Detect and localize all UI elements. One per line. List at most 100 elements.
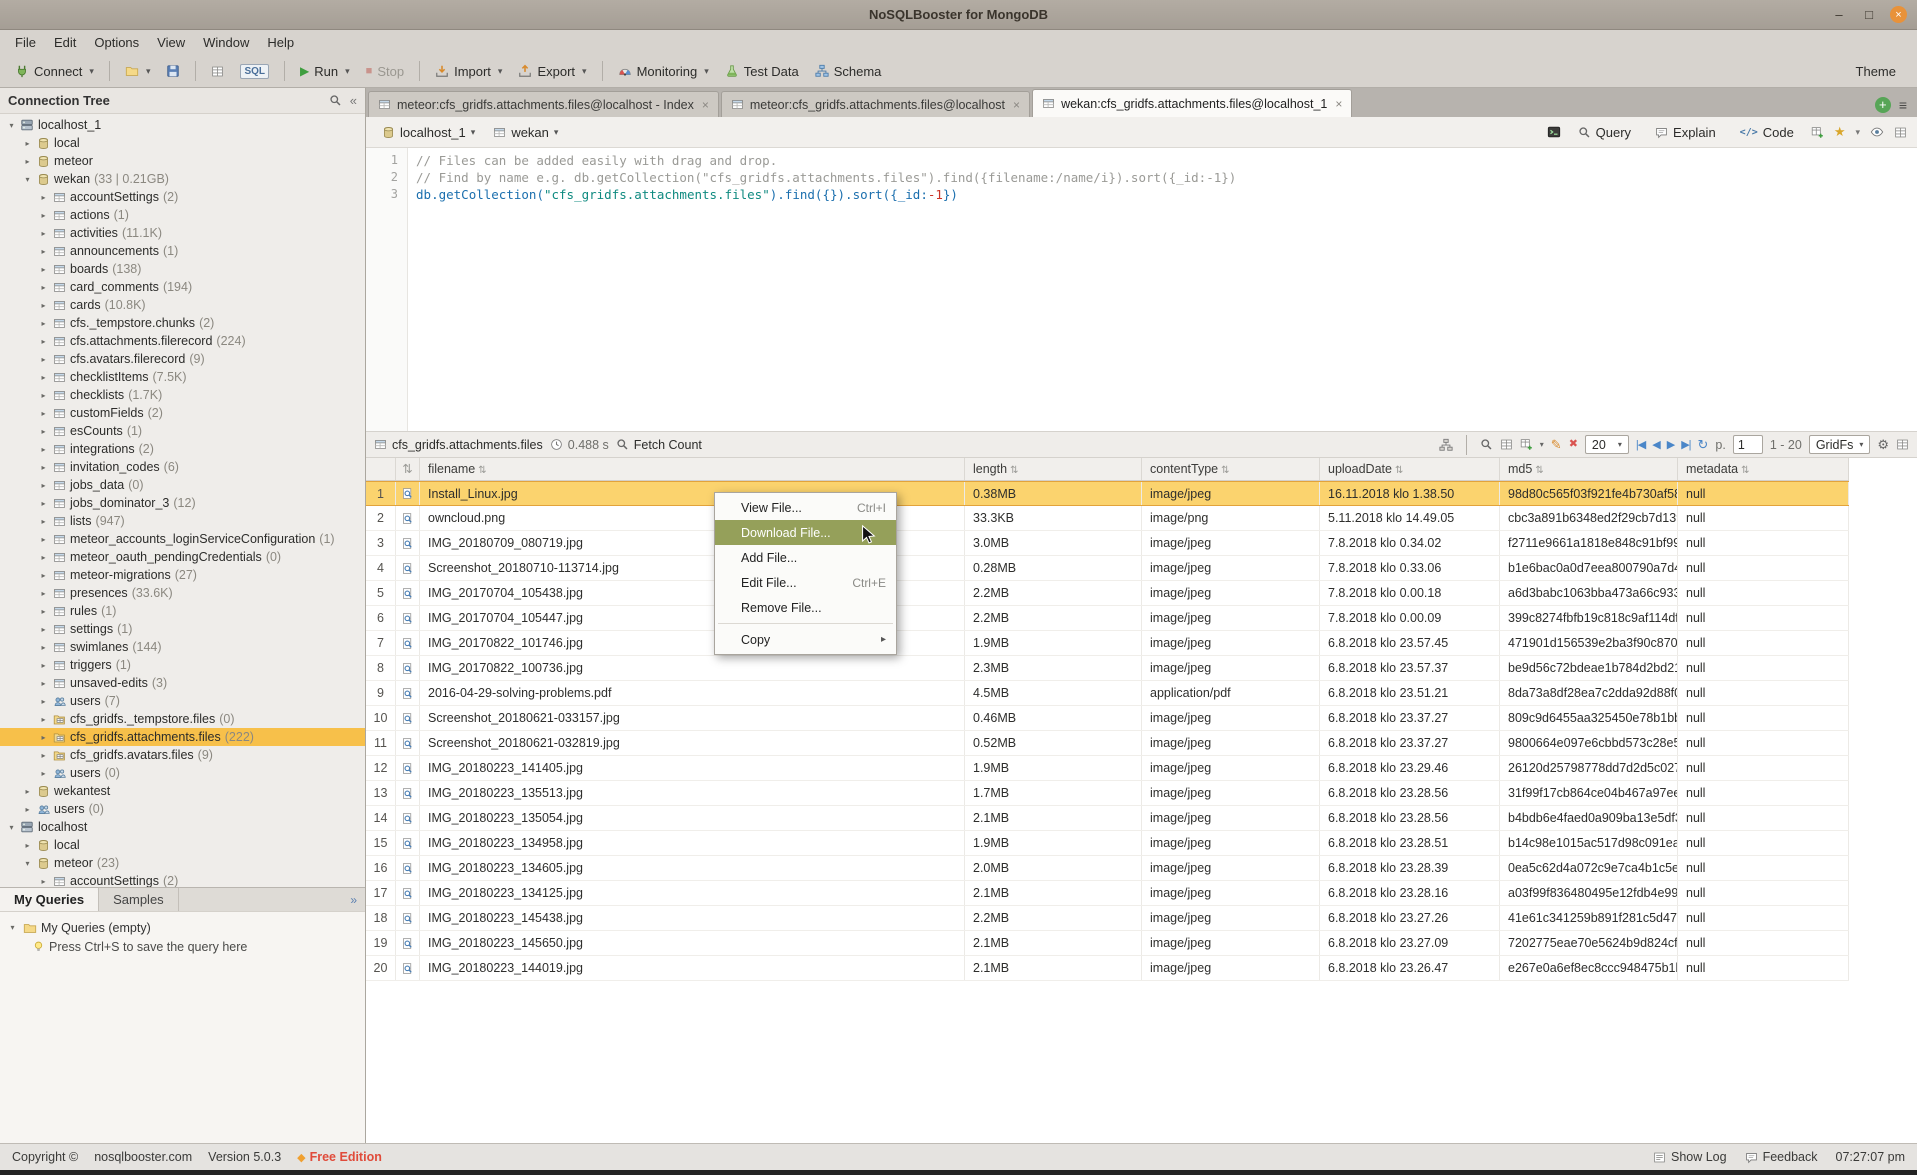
expand-arrow-icon[interactable]: ▸ — [37, 535, 50, 544]
tree-item-esCounts[interactable]: ▸esCounts(1) — [0, 422, 365, 440]
tree-item-users[interactable]: ▸users(0) — [0, 764, 365, 782]
tree-item-lists[interactable]: ▸lists(947) — [0, 512, 365, 530]
chevron-down-icon[interactable]: ▾ — [554, 127, 559, 138]
expand-arrow-icon[interactable]: ▸ — [37, 427, 50, 436]
table-row[interactable]: 16IMG_20180223_134605.jpg2.0MBimage/jpeg… — [366, 856, 1849, 881]
expand-arrow-icon[interactable]: ▸ — [37, 607, 50, 616]
tab-list-icon[interactable]: ≡ — [1899, 97, 1907, 113]
tab-samples[interactable]: Samples — [99, 888, 179, 911]
expand-arrow-icon[interactable]: ▸ — [37, 697, 50, 706]
collapse-arrow-icon[interactable]: ▾ — [6, 923, 19, 932]
tree-item-integrations[interactable]: ▸integrations(2) — [0, 440, 365, 458]
expand-arrow-icon[interactable]: ▸ — [21, 157, 34, 166]
theme-button[interactable]: Theme — [1849, 60, 1903, 83]
table-row[interactable]: 12IMG_20180223_141405.jpg1.9MBimage/jpeg… — [366, 756, 1849, 781]
table-row[interactable]: 19IMG_20180223_145650.jpg2.1MBimage/jpeg… — [366, 931, 1849, 956]
sort-icon[interactable]: ⇅ — [478, 465, 486, 476]
chevron-down-icon[interactable]: ▾ — [582, 66, 587, 77]
next-page-button[interactable]: ▶ — [1667, 438, 1674, 451]
table-row[interactable]: 15IMG_20180223_134958.jpg1.9MBimage/jpeg… — [366, 831, 1849, 856]
expand-arrow-icon[interactable]: ▸ — [37, 355, 50, 364]
editor-tab[interactable]: wekan:cfs_gridfs.attachments.files@local… — [1032, 89, 1352, 117]
tree-item-cfs_gridfs.attachments.files[interactable]: ▸cfs_gridfs.attachments.files(222) — [0, 728, 365, 746]
tree-item-settings[interactable]: ▸settings(1) — [0, 620, 365, 638]
tree-search-icon[interactable] — [329, 94, 342, 107]
preview-file-icon[interactable] — [396, 956, 420, 980]
preview-file-icon[interactable] — [396, 706, 420, 730]
tree-item-localhost_1[interactable]: ▾localhost_1 — [0, 116, 365, 134]
tree-item-meteor[interactable]: ▾meteor(23) — [0, 854, 365, 872]
tree-item-invitation_codes[interactable]: ▸invitation_codes(6) — [0, 458, 365, 476]
tree-item-meteor_oauth_pendingCredentials[interactable]: ▸meteor_oauth_pendingCredentials(0) — [0, 548, 365, 566]
expand-arrow-icon[interactable]: ▸ — [37, 733, 50, 742]
expand-arrow-icon[interactable]: ▸ — [21, 139, 34, 148]
table-row[interactable]: 2owncloud.png33.3KBimage/png5.11.2018 kl… — [366, 506, 1849, 531]
tree-item-triggers[interactable]: ▸triggers(1) — [0, 656, 365, 674]
view-mode-select[interactable]: GridFs ▾ — [1809, 435, 1871, 454]
minimize-button[interactable]: – — [1830, 6, 1848, 24]
table-row[interactable]: 17IMG_20180223_134125.jpg2.1MBimage/jpeg… — [366, 881, 1849, 906]
sort-icon[interactable]: ⇅ — [1535, 465, 1543, 476]
menu-options[interactable]: Options — [85, 32, 148, 53]
expand-arrow-icon[interactable]: ▸ — [37, 517, 50, 526]
menu-file[interactable]: File — [6, 32, 45, 53]
context-menu-item-add-file---[interactable]: Add File... — [715, 545, 896, 570]
tree-item-accountSettings[interactable]: ▸accountSettings(2) — [0, 188, 365, 206]
expand-arrow-icon[interactable]: ▸ — [37, 373, 50, 382]
feedback-button[interactable]: Feedback — [1745, 1150, 1818, 1164]
menu-window[interactable]: Window — [194, 32, 258, 53]
open-button[interactable]: ▾ — [118, 60, 158, 82]
tree-item-jobs_dominator_3[interactable]: ▸jobs_dominator_3(12) — [0, 494, 365, 512]
expand-arrow-icon[interactable]: ▸ — [37, 625, 50, 634]
table-row[interactable]: 13IMG_20180223_135513.jpg1.7MBimage/jpeg… — [366, 781, 1849, 806]
column-header-contentType[interactable]: contentType⇅ — [1142, 458, 1320, 480]
column-header-filename[interactable]: filename⇅ — [420, 458, 965, 480]
table-row[interactable]: 3IMG_20180709_080719.jpg3.0MBimage/jpeg7… — [366, 531, 1849, 556]
editor-code[interactable]: // Files can be added easily with drag a… — [408, 148, 1917, 431]
preview-file-icon[interactable] — [396, 906, 420, 930]
chevron-down-icon[interactable]: ▾ — [498, 66, 503, 77]
context-menu-item-copy[interactable]: Copy▸ — [715, 627, 896, 652]
preview-file-icon[interactable] — [396, 482, 420, 505]
editor-tab[interactable]: meteor:cfs_gridfs.attachments.files@loca… — [721, 91, 1030, 117]
expand-arrow-icon[interactable]: ▸ — [37, 409, 50, 418]
expand-arrow-icon[interactable]: ▸ — [37, 229, 50, 238]
run-button[interactable]: ▶ Run ▾ — [293, 60, 357, 83]
page-size-select[interactable]: 20 ▾ — [1585, 435, 1629, 454]
expand-arrow-icon[interactable]: ▸ — [37, 751, 50, 760]
tree-item-presences[interactable]: ▸presences(33.6K) — [0, 584, 365, 602]
explain-button[interactable]: Explain — [1648, 122, 1723, 143]
column-header-uploadDate[interactable]: uploadDate⇅ — [1320, 458, 1500, 480]
import-button[interactable]: Import ▾ — [428, 60, 509, 83]
breadcrumb-database[interactable]: wekan ▾ — [487, 123, 564, 142]
expand-arrow-icon[interactable]: ▸ — [37, 319, 50, 328]
table-row[interactable]: 14IMG_20180223_135054.jpg2.1MBimage/jpeg… — [366, 806, 1849, 831]
preview-file-icon[interactable] — [396, 931, 420, 955]
table-row[interactable]: 20IMG_20180223_144019.jpg2.1MBimage/jpeg… — [366, 956, 1849, 981]
chevron-down-icon[interactable]: ▾ — [345, 66, 350, 77]
expand-arrow-icon[interactable]: ▸ — [37, 283, 50, 292]
expand-arrow-icon[interactable]: ▸ — [37, 481, 50, 490]
add-tab-button[interactable]: + — [1875, 97, 1891, 113]
shell-icon[interactable] — [1547, 125, 1561, 139]
preview-file-icon[interactable] — [396, 681, 420, 705]
preview-file-icon[interactable] — [396, 831, 420, 855]
collapse-arrow-icon[interactable]: ▾ — [21, 859, 34, 868]
tree-item-wekantest[interactable]: ▸wekantest — [0, 782, 365, 800]
tree-item-cfs_gridfs._tempstore.files[interactable]: ▸cfs_gridfs._tempstore.files(0) — [0, 710, 365, 728]
menu-edit[interactable]: Edit — [45, 32, 85, 53]
tree-item-actions[interactable]: ▸actions(1) — [0, 206, 365, 224]
tree-item-local[interactable]: ▸local — [0, 836, 365, 854]
table-row[interactable]: 10Screenshot_20180621-033157.jpg0.46MBim… — [366, 706, 1849, 731]
watch-icon[interactable] — [1870, 125, 1884, 139]
table-row[interactable]: 7IMG_20170822_101746.jpg1.9MBimage/jpeg6… — [366, 631, 1849, 656]
site-link[interactable]: nosqlbooster.com — [94, 1150, 192, 1164]
tree-item-rules[interactable]: ▸rules(1) — [0, 602, 365, 620]
delete-document-icon[interactable]: ✖ — [1569, 439, 1578, 450]
expand-arrow-icon[interactable]: ▸ — [37, 643, 50, 652]
tree-item-wekan[interactable]: ▾wekan(33 | 0.21GB) — [0, 170, 365, 188]
preview-file-icon[interactable] — [396, 656, 420, 680]
expand-arrow-icon[interactable]: ▸ — [37, 679, 50, 688]
tree-item-checklistItems[interactable]: ▸checklistItems(7.5K) — [0, 368, 365, 386]
preview-file-icon[interactable] — [396, 756, 420, 780]
